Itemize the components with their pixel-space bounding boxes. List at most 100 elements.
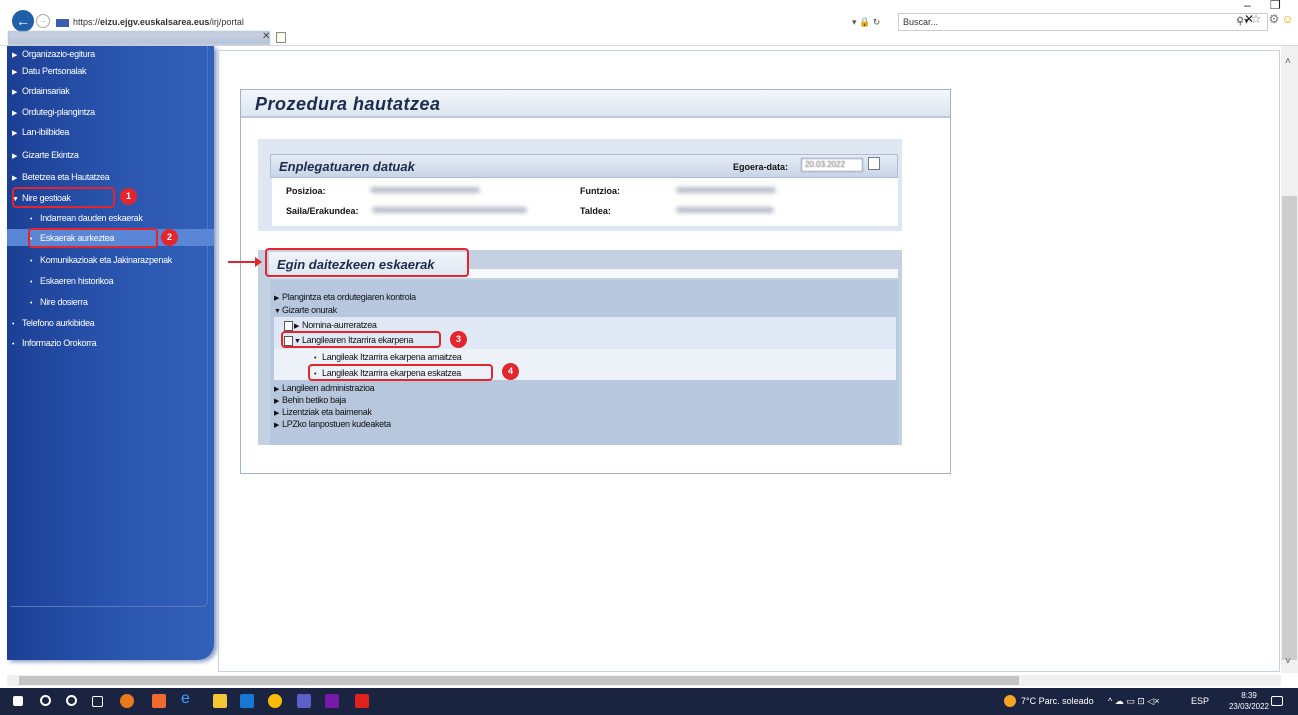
sidebar-item-label: Telefono aurkibidea (22, 318, 95, 328)
acrobat-icon[interactable] (355, 694, 369, 708)
sidebar-item-label: Datu Pertsonalak (22, 66, 87, 76)
sidebar-item-dosierra[interactable]: • Nire dosierra (30, 295, 88, 309)
tree-item-amaitzea[interactable]: • Langileak Itzarrira ekarpena amaitzea (314, 352, 462, 364)
taldea-value (676, 207, 774, 213)
bullet-icon: • (30, 300, 33, 307)
vertical-scrollbar[interactable]: ˄ ˅ (1281, 46, 1298, 673)
expand-icon: ▶ (12, 153, 18, 160)
sidebar-item-label: Komunikazioak eta Jakinarazpenak (40, 255, 172, 265)
scroll-up-icon[interactable]: ˄ (1285, 56, 1291, 67)
browser-toolbar: ← → https://eizu.ejgv.euskalsarea.eus/ir… (0, 0, 1298, 46)
tree-item-plangintza[interactable]: ▶ Plangintza eta ordutegiaren kontrola (274, 292, 416, 304)
sidebar-item-label: Lan-ibilbidea (22, 127, 70, 137)
tree-item-lpz[interactable]: ▶ LPZko lanpostuen kudeaketa (274, 419, 391, 431)
notifications-icon[interactable] (1271, 696, 1283, 706)
horizontal-scrollbar[interactable] (7, 675, 1281, 686)
annotation-badge-2: 2 (161, 229, 178, 246)
panel-header: Prozedura hautatzea (241, 90, 950, 118)
back-arrow-icon[interactable]: ← (12, 10, 34, 32)
bullet-icon: • (12, 321, 15, 328)
expand-icon[interactable]: ▶ (274, 420, 282, 431)
app-icon[interactable] (152, 694, 166, 708)
ie-icon[interactable]: e (181, 690, 195, 707)
sidebar-item-label: Gizarte Ekintza (22, 150, 79, 160)
url-host: eizu.ejgv.euskalsarea.eus (100, 17, 210, 27)
saila-label: Saila/Erakundea: (286, 206, 359, 216)
tree-item-baja[interactable]: ▶ Behin betiko baja (274, 395, 346, 407)
highlight-box-3 (281, 331, 441, 348)
bullet-icon: • (30, 216, 33, 223)
tree-item-administrazioa[interactable]: ▶ Langileen administrazioa (274, 383, 375, 395)
tree-item-gizarte-onurak[interactable]: ▼Gizarte onurak (274, 305, 337, 317)
scroll-thumb[interactable] (1282, 196, 1297, 660)
outlook-icon[interactable] (240, 694, 254, 708)
scroll-down-icon[interactable]: ˅ (1285, 656, 1291, 667)
bullet-icon: • (30, 258, 33, 265)
posizioa-value (370, 187, 480, 193)
sidebar-item-label: Eskaeren historikoa (40, 276, 114, 286)
sidebar-item-betetzea[interactable]: ▶ Betetzea eta Hautatzea (12, 170, 110, 184)
cortana-icon[interactable] (66, 695, 77, 706)
expand-icon[interactable]: ▶ (274, 408, 282, 419)
file-explorer-icon[interactable] (213, 694, 227, 708)
taldea-label: Taldea: (580, 206, 611, 216)
sidebar-item-organizazio[interactable]: ▶ Organizazio-egitura (12, 47, 95, 61)
teams-icon[interactable] (297, 694, 311, 708)
clock[interactable]: 8:39 23/03/2022 (1224, 690, 1274, 712)
expand-icon: ▶ (12, 110, 18, 117)
funtzioa-value (676, 187, 776, 193)
clock-time: 8:39 (1241, 691, 1257, 700)
language-indicator[interactable]: ESP (1191, 696, 1209, 706)
hscroll-thumb[interactable] (19, 676, 1019, 685)
tree-item-lizentziak[interactable]: ▶ Lizentziak eta baimenak (274, 407, 372, 419)
bullet-icon: • (12, 341, 15, 348)
sidebar-item-label: Betetzea eta Hautatzea (22, 172, 110, 182)
new-tab-icon[interactable] (276, 32, 286, 43)
bullet-icon: • (30, 279, 33, 286)
annotation-badge-1: 1 (120, 188, 137, 205)
tree-item-label: LPZko lanpostuen kudeaketa (282, 419, 391, 429)
close-tab-icon[interactable]: ✕ (262, 31, 270, 42)
weather-text[interactable]: 7°C Parc. soleado (1021, 696, 1094, 706)
firefox-icon[interactable] (120, 694, 134, 708)
expand-icon[interactable]: ▶ (274, 293, 282, 304)
windows-start-icon[interactable] (13, 696, 23, 706)
chrome-icon[interactable] (268, 694, 282, 708)
url-actions-icons[interactable]: ▾ 🔒 ↻ (852, 14, 880, 31)
sidebar-item-komunikazioak[interactable]: • Komunikazioak eta Jakinarazpenak (30, 253, 172, 267)
window-controls[interactable]: – ❐ ✕ (1244, 0, 1298, 26)
collapse-icon[interactable]: ▼ (274, 306, 282, 317)
posizioa-label: Posizioa: (286, 186, 326, 196)
calendar-icon[interactable] (868, 157, 880, 170)
sidebar-item-ordutegi[interactable]: ▶ Ordutegi-plangintza (12, 105, 95, 119)
sidebar-item-gizarte[interactable]: ▶ Gizarte Ekintza (12, 148, 79, 162)
forward-arrow-icon[interactable]: → (36, 14, 50, 28)
expand-icon: ▶ (12, 52, 18, 59)
date-input[interactable]: 20.03.2022 (801, 158, 863, 172)
weather-icon[interactable] (1004, 695, 1016, 707)
sidebar-item-ordainsariak[interactable]: ▶ Ordainsariak (12, 84, 70, 98)
saila-value (372, 207, 527, 213)
sidebar-item-datu[interactable]: ▶ Datu Pertsonalak (12, 64, 87, 78)
tray-icons[interactable]: ^ ☁ ▭ ⊡ ◁× (1108, 696, 1159, 707)
onenote-icon[interactable] (325, 694, 339, 708)
active-tab[interactable] (8, 31, 270, 45)
task-view-icon[interactable] (92, 696, 103, 707)
tree-item-label: Langileen administrazioa (282, 383, 375, 393)
address-bar[interactable]: https://eizu.ejgv.euskalsarea.eus/irj/po… (54, 14, 894, 31)
expand-icon: ▶ (12, 69, 18, 76)
clock-date: 23/03/2022 (1228, 702, 1270, 711)
search-input[interactable]: Buscar... ⚲▾ (898, 13, 1268, 31)
sidebar-item-telefono[interactable]: • Telefono aurkibidea (12, 316, 95, 330)
expand-icon[interactable]: ▶ (274, 384, 282, 395)
search-placeholder: Buscar... (903, 17, 939, 27)
document-icon (284, 320, 293, 331)
sidebar-item-informazio[interactable]: • Informazio Orokorra (12, 336, 97, 350)
sidebar-item-historikoa[interactable]: • Eskaeren historikoa (30, 274, 114, 288)
sidebar-item-indarrean[interactable]: • Indarrean dauden eskaerak (30, 211, 143, 225)
sidebar-item-lan[interactable]: ▶ Lan-ibilbidea (12, 125, 69, 139)
search-icon[interactable] (40, 695, 51, 706)
annotation-badge-4: 4 (502, 363, 519, 380)
expand-icon[interactable]: ▶ (274, 396, 282, 407)
highlight-box-2 (28, 228, 158, 248)
